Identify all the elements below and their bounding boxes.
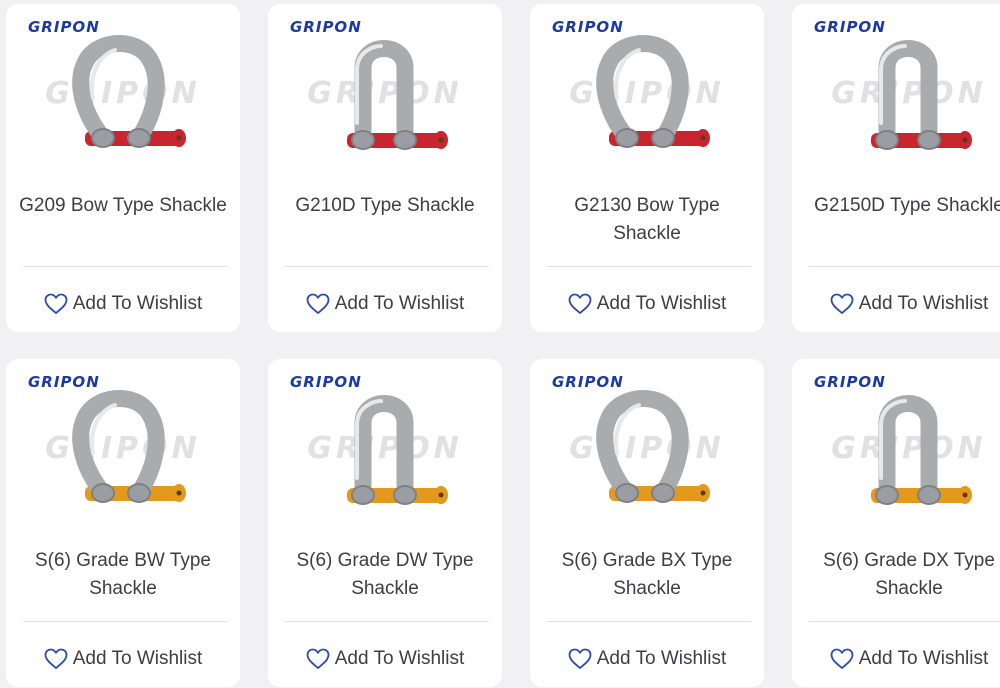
product-title-line-2[interactable]: Shackle [538, 220, 756, 248]
add-to-wishlist-button[interactable]: Add To Wishlist [268, 286, 502, 322]
product-title-line-2[interactable]: Shackle [800, 575, 1000, 603]
product-title[interactable]: S(6) Grade DX Type Shackle [800, 547, 1000, 603]
product-title-line-1[interactable]: S(6) Grade BW Type [14, 547, 232, 575]
product-title-line-1[interactable]: S(6) Grade DW Type [276, 547, 494, 575]
product-title[interactable]: G210D Type Shackle [276, 192, 494, 220]
product-title[interactable]: S(6) Grade BX Type Shackle [538, 547, 756, 603]
product-title-line-1[interactable]: S(6) Grade DX Type [800, 547, 1000, 575]
heart-icon [568, 648, 592, 670]
product-image[interactable]: GRIPON GRIPON [268, 4, 502, 174]
product-title[interactable]: S(6) Grade BW Type Shackle [14, 547, 232, 603]
product-title-line-1[interactable]: S(6) Grade BX Type [538, 547, 756, 575]
product-title[interactable]: S(6) Grade DW Type Shackle [276, 547, 494, 603]
product-card[interactable]: GRIPON GRIPON S(6) Grade BX Type Shackle… [530, 359, 764, 687]
add-to-wishlist-button[interactable]: Add To Wishlist [6, 286, 240, 322]
heart-icon [830, 648, 854, 670]
product-title-line-2[interactable]: Shackle [276, 575, 494, 603]
add-to-wishlist-button[interactable]: Add To Wishlist [6, 641, 240, 677]
shackle-image [871, 40, 972, 150]
heart-icon [44, 648, 68, 670]
shackle-image [72, 390, 186, 503]
shackle-image [347, 395, 448, 505]
product-title-line-1[interactable]: G210D Type Shackle [276, 192, 494, 220]
product-title[interactable]: G209 Bow Type Shackle [14, 192, 232, 220]
product-image[interactable]: GRIPON GRIPON [268, 359, 502, 529]
wishlist-label: Add To Wishlist [72, 648, 203, 669]
product-card[interactable]: GRIPON GRIPON S(6) Grade DW Type Shackle… [268, 359, 502, 687]
heart-icon [830, 293, 854, 315]
product-card[interactable]: GRIPON GRIPON G210D Type Shackle Add To … [268, 4, 502, 332]
add-to-wishlist-button[interactable]: Add To Wishlist [530, 286, 764, 322]
product-image[interactable]: GRIPON GRIPON [6, 4, 240, 174]
product-title-line-2[interactable]: Shackle [14, 575, 232, 603]
product-image[interactable]: GRIPON GRIPON [530, 359, 764, 529]
wishlist-label: Add To Wishlist [596, 648, 727, 669]
product-title-line-2[interactable]: Shackle [538, 575, 756, 603]
product-title-line-1[interactable]: G209 Bow Type Shackle [14, 192, 232, 220]
product-card[interactable]: GRIPON GRIPON G209 Bow Type Shackle Add … [6, 4, 240, 332]
wishlist-label: Add To Wishlist [596, 293, 727, 314]
product-card[interactable]: GRIPON GRIPON G2150D Type Shackle Add To… [792, 4, 1000, 332]
card-divider [547, 621, 751, 622]
shackle-image [347, 40, 448, 150]
heart-icon [44, 293, 68, 315]
product-title-line-1[interactable]: G2150D Type Shackle [800, 192, 1000, 220]
card-divider [23, 266, 227, 267]
add-to-wishlist-button[interactable]: Add To Wishlist [792, 641, 1000, 677]
wishlist-label: Add To Wishlist [858, 293, 989, 314]
product-card[interactable]: GRIPON GRIPON S(6) Grade DX Type Shackle… [792, 359, 1000, 687]
shackle-image [596, 390, 710, 503]
heart-icon [306, 293, 330, 315]
add-to-wishlist-button[interactable]: Add To Wishlist [268, 641, 502, 677]
add-to-wishlist-button[interactable]: Add To Wishlist [530, 641, 764, 677]
card-divider [23, 621, 227, 622]
wishlist-label: Add To Wishlist [858, 648, 989, 669]
product-card[interactable]: GRIPON GRIPON S(6) Grade BW Type Shackle… [6, 359, 240, 687]
heart-icon [306, 648, 330, 670]
shackle-image [596, 35, 710, 148]
card-divider [547, 266, 751, 267]
product-title[interactable]: G2130 Bow Type Shackle [538, 192, 756, 248]
product-image[interactable]: GRIPON GRIPON [530, 4, 764, 174]
product-card[interactable]: GRIPON GRIPON G2130 Bow Type Shackle Add… [530, 4, 764, 332]
card-divider [809, 621, 1000, 622]
product-image[interactable]: GRIPON GRIPON [792, 4, 1000, 174]
card-divider [285, 621, 489, 622]
add-to-wishlist-button[interactable]: Add To Wishlist [792, 286, 1000, 322]
product-title-line-1[interactable]: G2130 Bow Type [538, 192, 756, 220]
shackle-image [871, 395, 972, 505]
product-title[interactable]: G2150D Type Shackle [800, 192, 1000, 220]
card-divider [285, 266, 489, 267]
wishlist-label: Add To Wishlist [334, 293, 465, 314]
shackle-image [72, 35, 186, 148]
wishlist-label: Add To Wishlist [72, 293, 203, 314]
product-image[interactable]: GRIPON GRIPON [792, 359, 1000, 529]
card-divider [809, 266, 1000, 267]
product-image[interactable]: GRIPON GRIPON [6, 359, 240, 529]
wishlist-label: Add To Wishlist [334, 648, 465, 669]
heart-icon [568, 293, 592, 315]
